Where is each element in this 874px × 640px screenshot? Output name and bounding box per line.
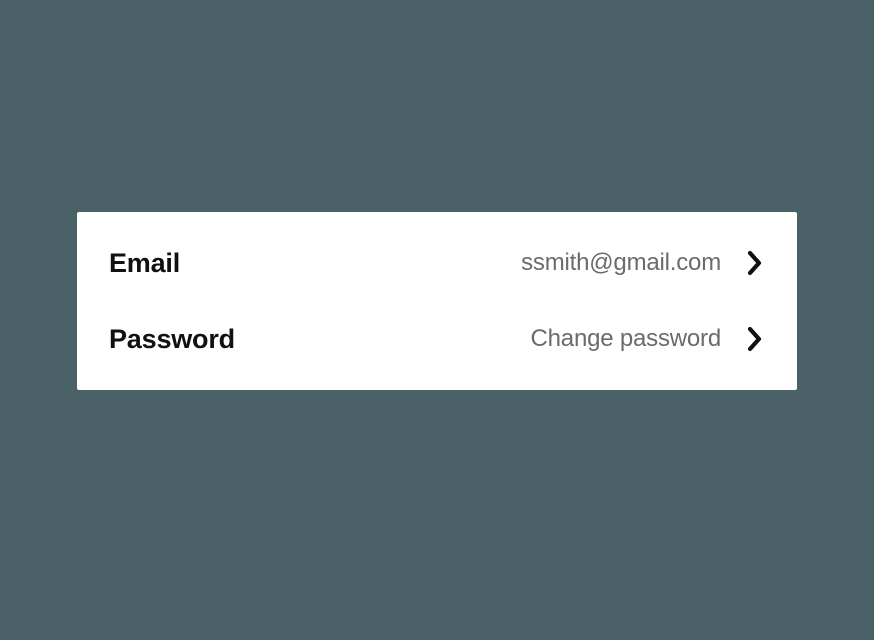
password-row[interactable]: Password Change password xyxy=(109,310,767,368)
email-value: ssmith@gmail.com xyxy=(521,249,721,277)
settings-card: Email ssmith@gmail.com Password Change p… xyxy=(77,212,797,390)
email-row-right: ssmith@gmail.com xyxy=(521,249,767,277)
password-row-right: Change password xyxy=(531,325,767,353)
password-label: Password xyxy=(109,324,235,355)
email-label: Email xyxy=(109,248,180,279)
email-row[interactable]: Email ssmith@gmail.com xyxy=(109,234,767,292)
chevron-right-icon xyxy=(743,327,767,351)
chevron-right-icon xyxy=(743,251,767,275)
password-value: Change password xyxy=(531,325,721,353)
